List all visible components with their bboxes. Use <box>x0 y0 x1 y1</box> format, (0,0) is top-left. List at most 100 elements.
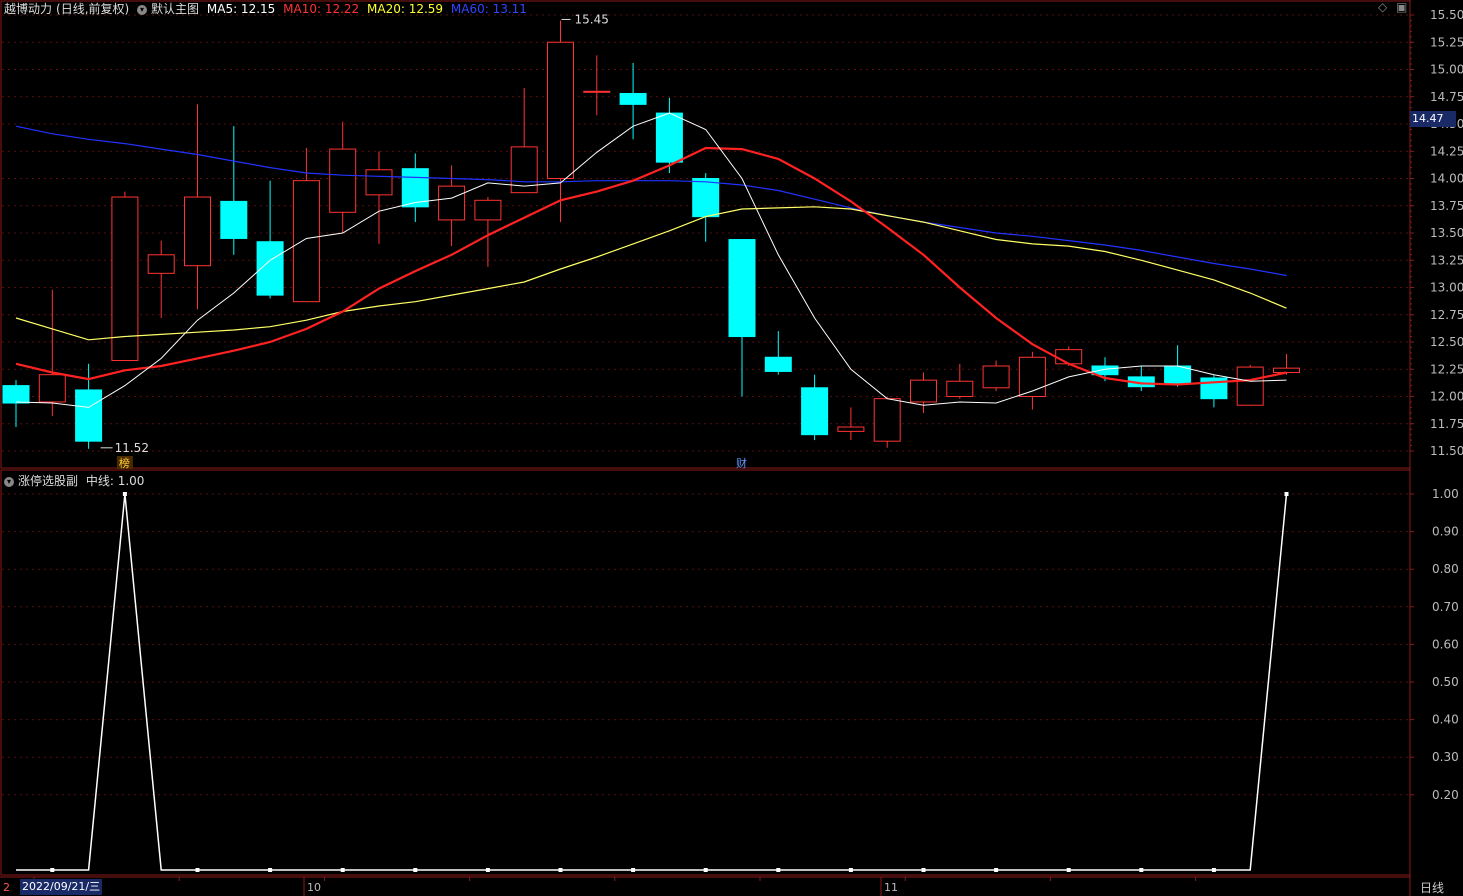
current-price-tag: 14.47 <box>1410 111 1456 127</box>
chart-mode: (日线,前复权) <box>56 2 130 16</box>
stock-name: 越博动力 <box>4 2 53 16</box>
month-label-oct: 10 <box>307 881 321 894</box>
indicator-tick-label: 1.00 <box>1432 487 1459 501</box>
price-tick-label: 13.75 <box>1430 199 1463 213</box>
indicator-tick-label: 0.40 <box>1432 713 1459 727</box>
high-price-label: 15.45 <box>575 12 609 26</box>
candle-body-down <box>655 112 683 163</box>
candle-body-up <box>910 379 937 403</box>
indicator-tick-label: 0.70 <box>1432 600 1459 614</box>
indicator-point <box>50 868 55 872</box>
low-price-label: 11.52 <box>115 441 149 455</box>
indicator-tick-label: 0.30 <box>1432 750 1459 764</box>
candle-body-up <box>184 196 211 267</box>
grid-lines <box>2 14 1410 796</box>
bang-marker: 榜 <box>119 456 130 470</box>
price-tick-label: 12.00 <box>1430 390 1463 404</box>
candle-body-down <box>2 385 30 404</box>
candle-body-up <box>837 426 865 432</box>
indicator-point <box>994 868 999 872</box>
candle-body-down <box>619 92 647 105</box>
ma20-readout: MA20: 12.59 <box>367 2 444 16</box>
candle-body-up <box>547 41 574 179</box>
month-label-nov: 11 <box>884 881 898 894</box>
price-tick-label: 11.50 <box>1430 444 1463 458</box>
candle-body-down <box>75 389 103 442</box>
indicator-point <box>340 868 345 872</box>
indicator-tick-label: 0.60 <box>1432 637 1459 651</box>
axes <box>0 0 1414 896</box>
price-tick-label: 15.25 <box>1430 35 1463 49</box>
price-tick-label: 15.50 <box>1430 8 1463 22</box>
chevron-down-icon[interactable]: ▾ <box>4 476 14 487</box>
indicator-point <box>1139 868 1144 872</box>
indicator-point <box>776 868 781 872</box>
price-tick-label: 14.00 <box>1430 172 1463 186</box>
ma10-readout: MA10: 12.22 <box>283 2 360 16</box>
x-axis-start-label: 2 <box>3 881 10 894</box>
indicator-point <box>268 868 273 872</box>
candle-body-up <box>329 148 357 213</box>
candle-body-down <box>692 178 720 218</box>
chevron-down-icon[interactable]: ▾ <box>137 4 148 15</box>
candle-body-up <box>583 90 611 93</box>
price-tick-label: 14.25 <box>1430 144 1463 158</box>
indicator-tick-label: 0.90 <box>1432 525 1459 539</box>
candle-body-up <box>38 374 66 403</box>
indicator-point <box>921 868 926 872</box>
candle-body-down <box>801 387 829 436</box>
ma5-readout: MA5: 12.15 <box>206 2 276 16</box>
sub-panel-border <box>0 469 1411 876</box>
candle-body-up <box>1273 367 1300 374</box>
price-tick-label: 15.00 <box>1430 63 1463 77</box>
price-tick-label: 14.75 <box>1430 90 1463 104</box>
indicator-tick-label: 0.20 <box>1432 788 1459 802</box>
crosshair-date-tag: 2022/09/21/三 <box>20 879 103 895</box>
indicator-point <box>558 868 563 872</box>
candle-body-up <box>438 185 466 221</box>
candlestick-series <box>2 20 1300 449</box>
candle-body-up <box>1055 349 1083 365</box>
candle-body-up <box>982 365 1010 389</box>
price-tick-label: 12.50 <box>1430 335 1463 349</box>
candle-body-up <box>873 398 901 442</box>
diamond-icon[interactable]: ◇ <box>1378 0 1387 14</box>
candle-body-up <box>1236 366 1264 406</box>
candle-body-down <box>220 200 248 239</box>
indicator-point <box>195 868 200 872</box>
stock-chart[interactable]: 15.5015.2515.0014.7514.5014.2514.0013.75… <box>0 0 1463 896</box>
candle-body-up <box>474 199 502 221</box>
indicator-point <box>848 868 853 872</box>
candle-body-down <box>728 239 756 338</box>
mid-line-readout: 中线: 1.00 <box>85 474 145 488</box>
price-tick-label: 11.75 <box>1430 417 1463 431</box>
price-tick-label: 12.25 <box>1430 362 1463 376</box>
indicator-point <box>703 868 708 872</box>
indicator-point <box>1211 868 1216 872</box>
candle-body-down <box>764 356 792 372</box>
indicator-point <box>413 868 418 872</box>
period-button[interactable]: 日线 <box>1420 879 1444 896</box>
indicator-tick-label: 0.50 <box>1432 675 1459 689</box>
main-menu-label[interactable]: 默认主图 <box>151 2 199 16</box>
candle-body-up <box>147 254 175 274</box>
indicator-point <box>1284 492 1289 496</box>
price-tick-label: 13.50 <box>1430 226 1463 240</box>
indicator-tick-label: 0.80 <box>1432 562 1459 576</box>
cai-marker: 财 <box>736 456 747 470</box>
lock-icon[interactable]: ▣ <box>1396 0 1407 14</box>
ma10-line <box>15 146 1287 386</box>
sub-chart-header: ▾ 涨停选股副 中线: 1.00 <box>4 472 148 489</box>
indicator-point <box>1066 868 1071 872</box>
candle-body-up <box>365 169 393 196</box>
indicator-name[interactable]: 涨停选股副 <box>18 474 78 488</box>
ma60-readout: MA60: 13.11 <box>450 2 527 16</box>
main-chart-header: 越博动力 (日线,前复权) ▾ 默认主图 MA5: 12.15 MA10: 12.2… <box>4 0 531 17</box>
indicator-point <box>631 868 636 872</box>
price-tick-label: 12.75 <box>1430 308 1463 322</box>
price-tick-label: 13.25 <box>1430 253 1463 267</box>
indicator-point <box>485 868 490 872</box>
price-tick-label: 13.00 <box>1430 281 1463 295</box>
indicator-point <box>122 492 127 496</box>
candle-body-up <box>946 380 974 397</box>
